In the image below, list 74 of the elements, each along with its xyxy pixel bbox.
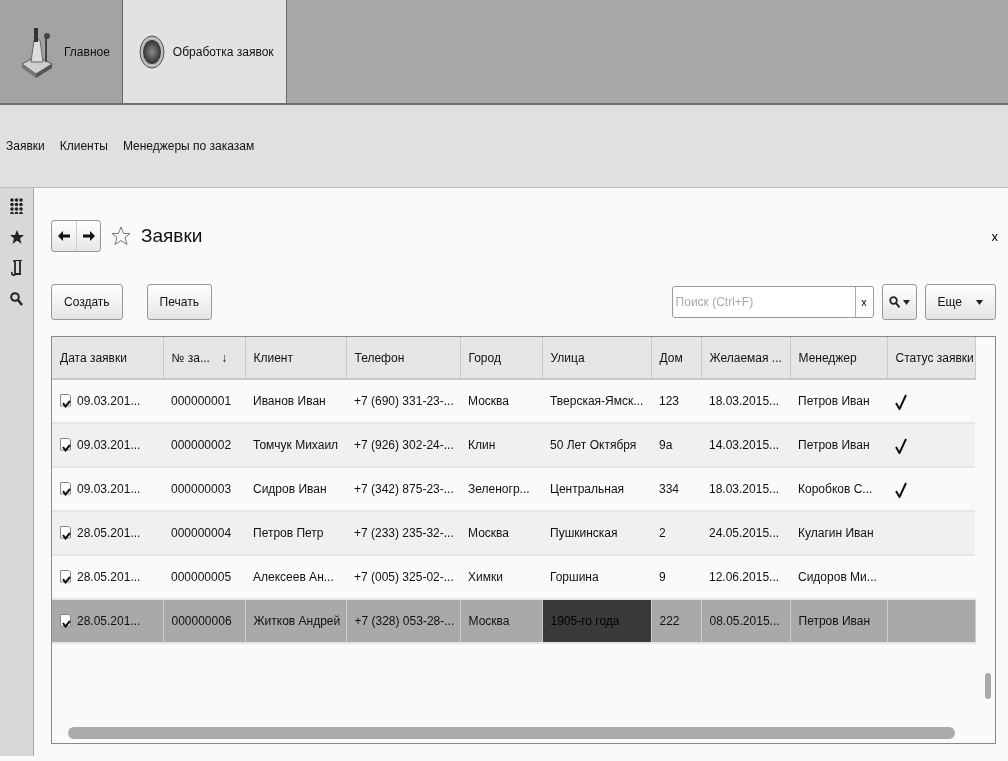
- search-button[interactable]: [881, 284, 917, 320]
- caret-icon: [902, 299, 910, 305]
- column-header[interactable]: Телефон: [346, 337, 460, 379]
- search-icon: [888, 296, 900, 308]
- column-header[interactable]: Статус заявки: [887, 337, 975, 379]
- table-cell: Москва: [460, 511, 542, 555]
- right-arrow-icon: [82, 231, 95, 241]
- nav-link[interactable]: Заявки: [6, 137, 45, 155]
- column-header[interactable]: Менеджер: [790, 337, 887, 379]
- table-cell: 000000004: [163, 511, 245, 555]
- table-cell: Кулагин Иван: [790, 511, 887, 555]
- left-arrow-icon: [58, 231, 70, 241]
- table-cell: Петров Петр: [245, 511, 346, 555]
- document-check-icon: [60, 526, 71, 540]
- table-cell: 000000002: [163, 423, 245, 467]
- horizontal-scrollbar[interactable]: [68, 727, 955, 739]
- table-cell: 14.03.2015...: [701, 423, 790, 467]
- column-header[interactable]: № за... ↓: [163, 337, 245, 379]
- table-cell: Клин: [460, 423, 542, 467]
- table-cell: +7 (926) 302-24-...: [346, 423, 460, 467]
- table-cell-text: 09.03.201...: [77, 437, 141, 454]
- table-cell: 08.05.2015...: [701, 599, 790, 643]
- column-header[interactable]: Дата заявки: [52, 337, 163, 379]
- table-row[interactable]: 09.03.201... 000000002 Томчук Михаил +7 (926) 302-24-... Клин 50 Лет Октября 9а 14.03.2015... Петров Иван: [52, 423, 975, 467]
- document-check-icon: [60, 614, 71, 628]
- close-button[interactable]: x: [985, 226, 1004, 248]
- column-header[interactable]: Желаемая ...: [701, 337, 790, 379]
- table-row[interactable]: 28.05.201... 000000006 Житков Андрей +7 (328) 053-28-... Москва 1905-го года 222 08.05.2015... Петров Иван: [52, 599, 975, 643]
- table-cell: 9а: [651, 423, 701, 467]
- nav-link[interactable]: Клиенты: [59, 137, 108, 155]
- table-cell: +7 (233) 235-32-...: [346, 511, 460, 555]
- table-cell: Томчук Михаил: [245, 423, 346, 467]
- star-icon[interactable]: [9, 230, 24, 244]
- table-cell-text: 28.05.201...: [77, 569, 141, 586]
- table-cell: 222: [651, 599, 701, 643]
- round-button-icon: [138, 34, 165, 69]
- more-button[interactable]: Еще: [924, 284, 996, 320]
- table-cell: 24.05.2015...: [701, 511, 790, 555]
- section-tab[interactable]: Обработка заявок: [122, 0, 287, 103]
- table-cell-text: 28.05.201...: [77, 613, 141, 630]
- star-outline-icon[interactable]: [111, 226, 131, 246]
- table-cell-text: 28.05.201...: [77, 525, 141, 542]
- table-cell: 1905-го года: [542, 599, 651, 643]
- section-tab[interactable]: Главное: [0, 0, 123, 103]
- table-cell: 000000006: [163, 599, 245, 643]
- table-cell: Петров Иван: [790, 423, 887, 467]
- column-header[interactable]: Улица: [542, 337, 651, 379]
- table-cell: Москва: [460, 599, 542, 643]
- toolbar-button[interactable]: Создать: [51, 284, 123, 320]
- table-cell: Пушкинская: [542, 511, 651, 555]
- table-row[interactable]: 28.05.201... 000000004 Петров Петр +7 (233) 235-32-... Москва Пушкинская 2 24.05.2015... Кулагин Иван: [52, 511, 975, 555]
- table-cell-text: 09.03.201...: [77, 481, 141, 498]
- caret-icon: [976, 299, 983, 305]
- document-check-icon: [60, 570, 71, 584]
- grid-icon[interactable]: [9, 198, 24, 214]
- document-check-icon: [60, 394, 71, 408]
- document-check-icon: [60, 438, 71, 452]
- table-cell: 2: [651, 511, 701, 555]
- table-cell: +7 (328) 053-28-...: [346, 599, 460, 643]
- column-header[interactable]: Дом: [651, 337, 701, 379]
- toolbar-button[interactable]: Печать: [146, 284, 212, 320]
- clear-button[interactable]: x: [854, 287, 873, 317]
- document-check-icon: [60, 482, 71, 496]
- column-header[interactable]: Клиент: [245, 337, 346, 379]
- table-cell-text: 09.03.201...: [77, 393, 141, 410]
- table-cell: Житков Андрей: [245, 599, 346, 643]
- column-header[interactable]: Город: [460, 337, 542, 379]
- table-cell: 50 Лет Октября: [542, 423, 651, 467]
- form-title: Заявки: [141, 223, 203, 248]
- scrollbar-thumb[interactable]: [985, 673, 991, 699]
- nav-link[interactable]: Менеджеры по заказам: [122, 137, 255, 155]
- search-field[interactable]: Поиск (Ctrl+F) x: [671, 286, 874, 318]
- table-cell: Петров Иван: [790, 599, 887, 643]
- search-icon[interactable]: [10, 292, 23, 306]
